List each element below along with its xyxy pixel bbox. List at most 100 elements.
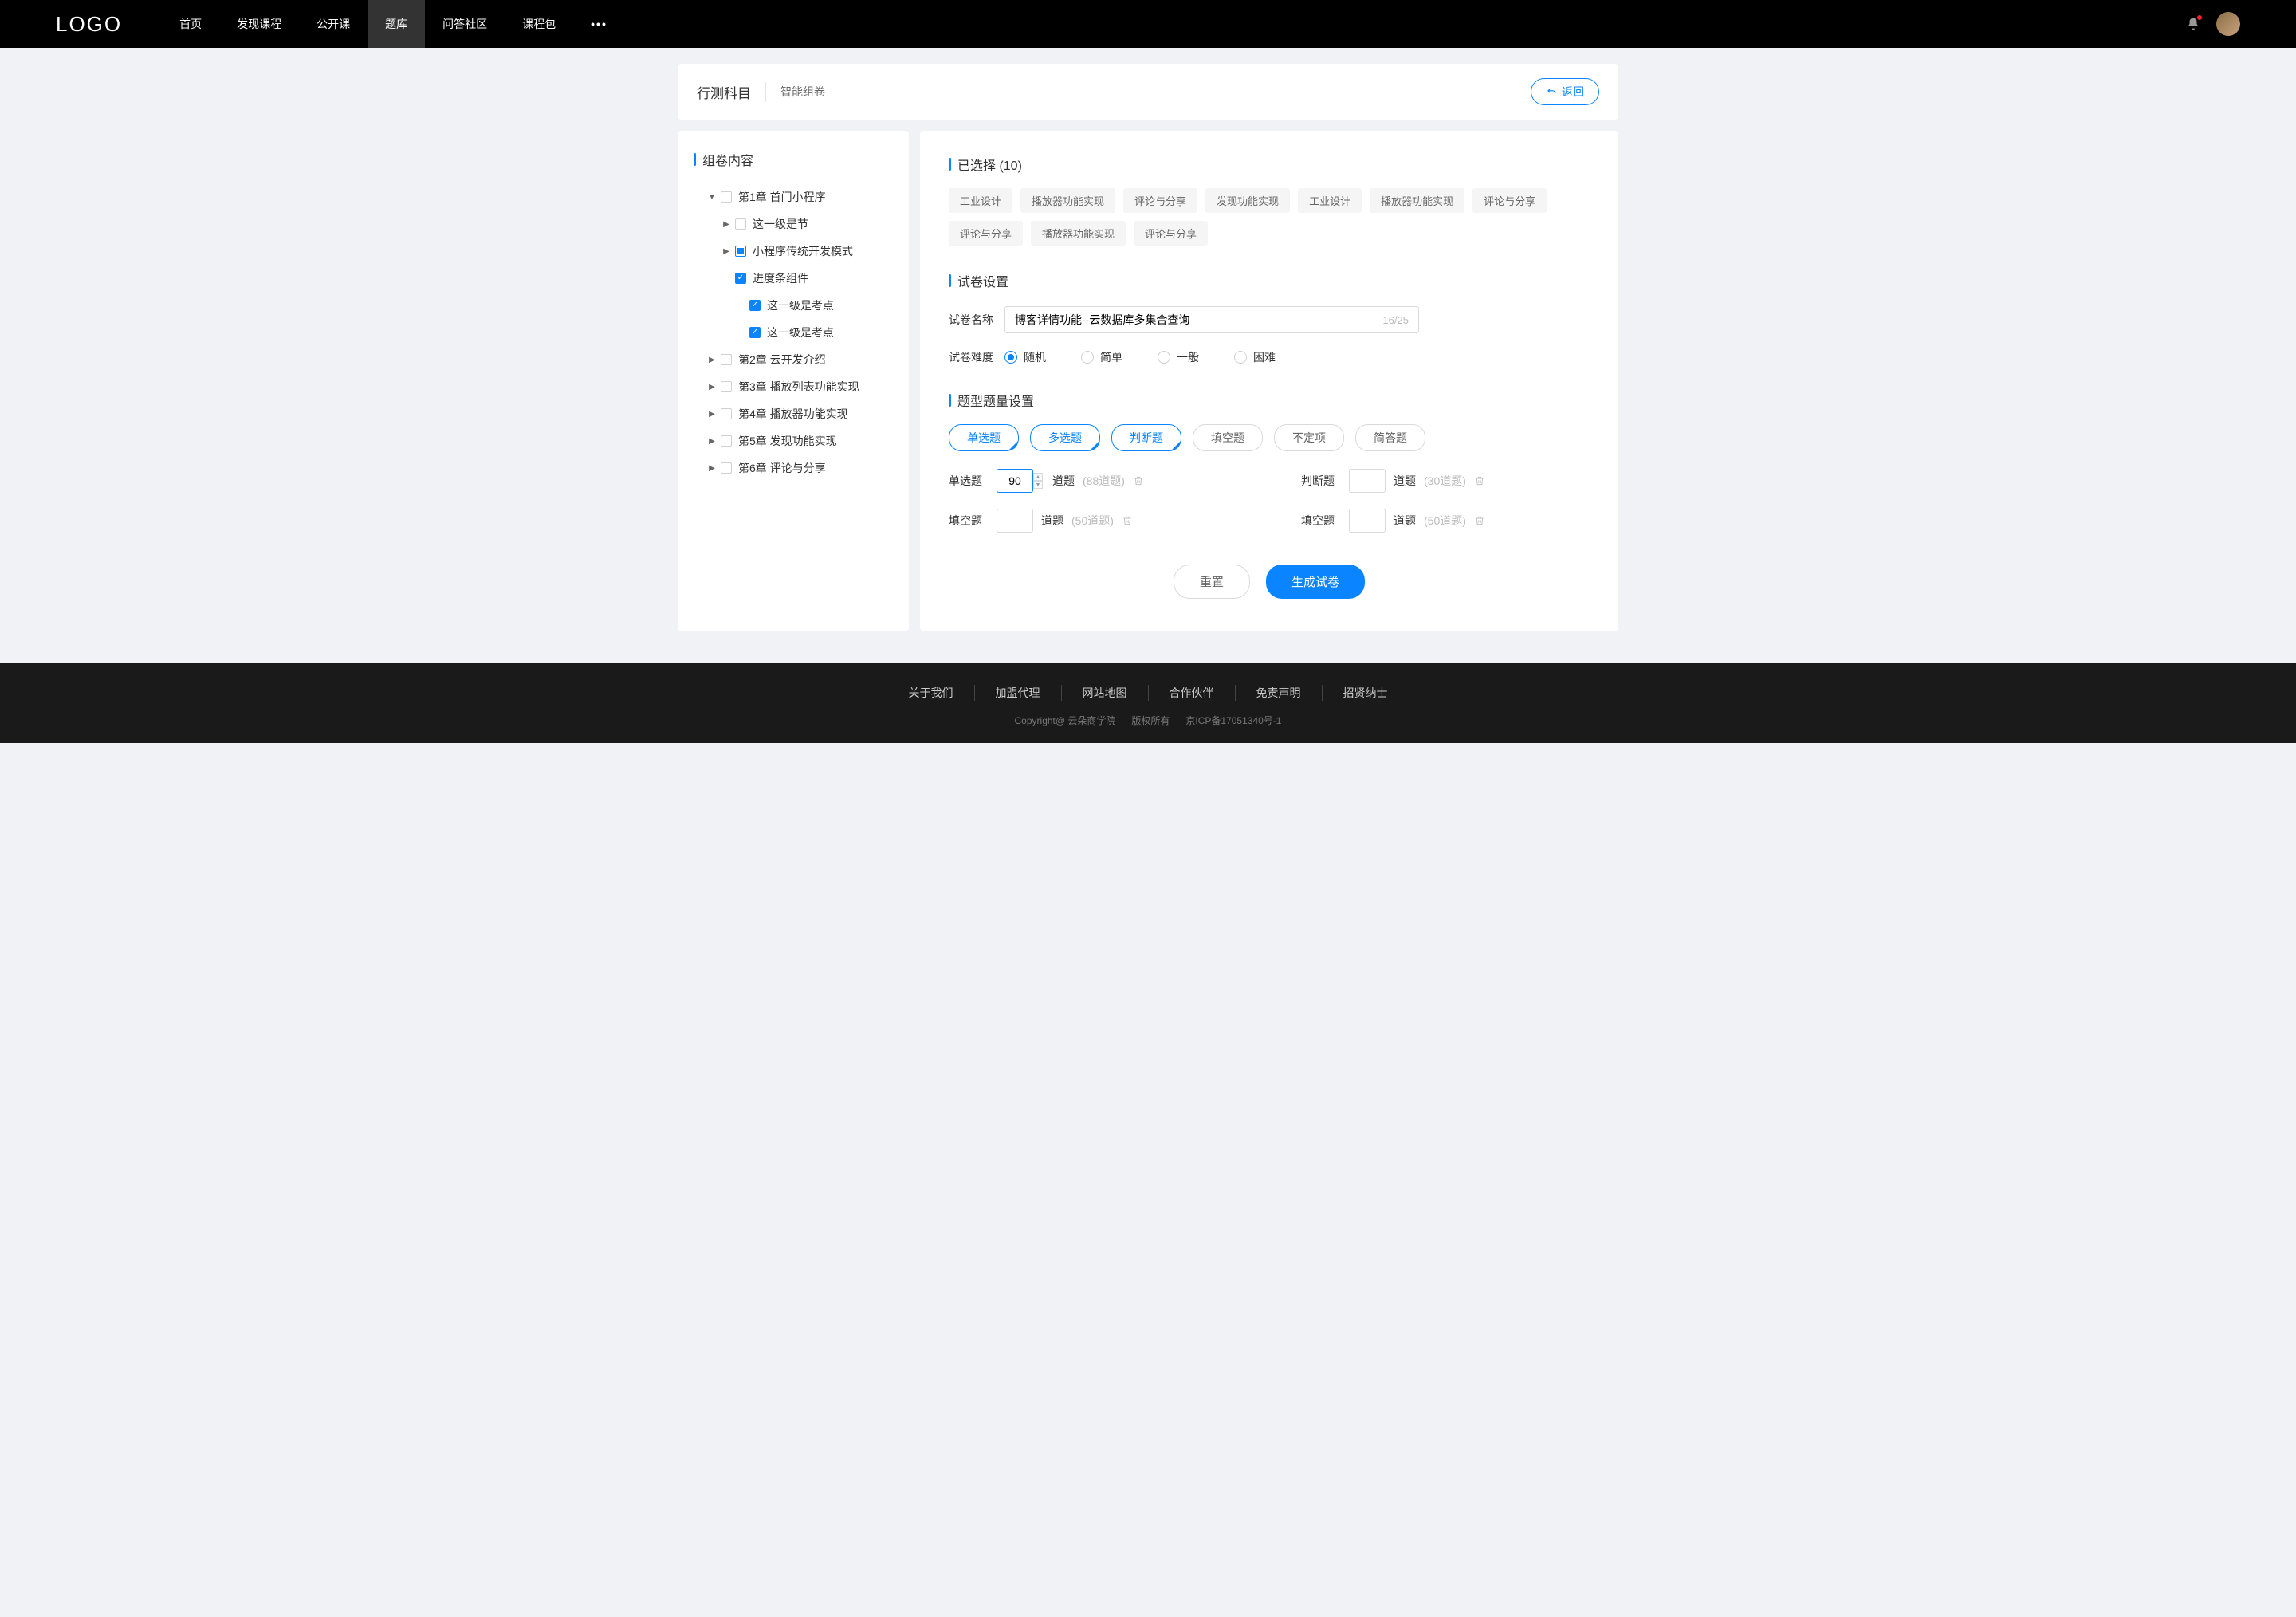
selected-tag[interactable]: 评论与分享 <box>949 221 1023 246</box>
reset-button[interactable]: 重置 <box>1174 565 1250 599</box>
difficulty-radio[interactable]: 困难 <box>1234 349 1276 365</box>
tree-checkbox[interactable] <box>735 246 746 257</box>
tree-checkbox[interactable] <box>749 327 761 338</box>
tree-checkbox[interactable] <box>749 300 761 311</box>
paper-name-input[interactable]: 16/25 <box>1005 306 1419 333</box>
qty-label: 单选题 <box>949 473 989 489</box>
tree-item[interactable]: 这一级是考点 <box>694 319 893 346</box>
nav-item-0[interactable]: 首页 <box>162 0 219 48</box>
nav-item-2[interactable]: 公开课 <box>299 0 368 48</box>
nav-item-1[interactable]: 发现课程 <box>219 0 299 48</box>
paper-name-field[interactable] <box>1015 313 1382 326</box>
tree-item[interactable]: ▶第3章 播放列表功能实现 <box>694 373 893 400</box>
tree-toggle-icon[interactable]: ▶ <box>708 356 716 364</box>
tree-item[interactable]: ▶小程序传统开发模式 <box>694 238 893 265</box>
tree-item[interactable]: ▶这一级是节 <box>694 210 893 238</box>
qty-title: 题型题量设置 <box>949 391 1590 410</box>
selected-tag[interactable]: 评论与分享 <box>1123 188 1197 213</box>
type-button[interactable]: 填空题 <box>1193 424 1263 451</box>
difficulty-radio[interactable]: 一般 <box>1158 349 1199 365</box>
tree-toggle-icon[interactable]: ▼ <box>708 193 716 202</box>
submit-button[interactable]: 生成试卷 <box>1266 565 1365 599</box>
difficulty-radio[interactable]: 随机 <box>1005 349 1046 365</box>
type-button[interactable]: 判断题 <box>1111 424 1181 451</box>
tree-item[interactable]: ▶第4章 播放器功能实现 <box>694 400 893 427</box>
trash-icon[interactable] <box>1474 515 1485 526</box>
tree-item[interactable]: 进度条组件 <box>694 265 893 292</box>
tree-item[interactable]: ▶第6章 评论与分享 <box>694 454 893 482</box>
nav-item-4[interactable]: 问答社区 <box>425 0 505 48</box>
difficulty-label: 试卷难度 <box>949 349 1005 365</box>
type-button[interactable]: 单选题 <box>949 424 1019 451</box>
selected-tag[interactable]: 评论与分享 <box>1134 221 1208 246</box>
type-button[interactable]: 不定项 <box>1274 424 1344 451</box>
qty-label: 填空题 <box>949 513 989 529</box>
footer-link[interactable]: 招贤纳士 <box>1323 685 1409 701</box>
tree-checkbox[interactable] <box>735 273 746 284</box>
footer-link[interactable]: 关于我们 <box>888 685 975 701</box>
tree-checkbox[interactable] <box>721 381 732 392</box>
tree-toggle-icon[interactable]: ▶ <box>722 247 730 256</box>
tree-item[interactable]: ▶第2章 云开发介绍 <box>694 346 893 373</box>
qty-input[interactable] <box>1349 509 1386 533</box>
footer-link[interactable]: 加盟代理 <box>975 685 1062 701</box>
page-subtitle: 智能组卷 <box>766 84 825 100</box>
tree-toggle-icon[interactable]: ▶ <box>708 437 716 446</box>
name-label: 试卷名称 <box>949 312 1005 328</box>
tree-item[interactable]: ▶第5章 发现功能实现 <box>694 427 893 454</box>
selected-tag[interactable]: 播放器功能实现 <box>1031 221 1126 246</box>
tree-checkbox[interactable] <box>735 218 746 230</box>
qty-input[interactable] <box>997 469 1033 493</box>
nav-item-5[interactable]: 课程包 <box>505 0 573 48</box>
tree-toggle-icon[interactable]: ▶ <box>722 220 730 229</box>
tree-toggle-icon[interactable]: ▶ <box>708 383 716 391</box>
qty-input[interactable] <box>1349 469 1386 493</box>
tree-toggle-icon[interactable]: ▶ <box>708 410 716 419</box>
selected-tag[interactable]: 发现功能实现 <box>1205 188 1290 213</box>
qty-label: 填空题 <box>1301 513 1341 529</box>
logo[interactable]: LOGO <box>56 12 122 37</box>
difficulty-group: 随机 简单 一般 困难 <box>1005 349 1276 365</box>
qty-hint: (50道题) <box>1071 513 1114 529</box>
radio-icon <box>1005 351 1017 364</box>
tree-checkbox[interactable] <box>721 354 732 365</box>
selected-tag[interactable]: 播放器功能实现 <box>1370 188 1464 213</box>
qty-hint: (50道题) <box>1424 513 1466 529</box>
tree-checkbox[interactable] <box>721 435 732 447</box>
footer-link[interactable]: 合作伙伴 <box>1149 685 1236 701</box>
trash-icon[interactable] <box>1474 475 1485 486</box>
selected-tag[interactable]: 播放器功能实现 <box>1020 188 1115 213</box>
qty-spinner[interactable]: ▲▼ <box>1033 473 1044 489</box>
selected-tag[interactable]: 评论与分享 <box>1472 188 1547 213</box>
notification-icon[interactable] <box>2186 17 2200 31</box>
tree-item[interactable]: ▼第1章 首门小程序 <box>694 183 893 210</box>
nav-item-3[interactable]: 题库 <box>368 0 425 48</box>
qty-label: 判断题 <box>1301 473 1341 489</box>
qty-grid: 单选题▲▼道题(88道题)判断题道题(30道题)填空题道题(50道题)填空题道题… <box>949 469 1590 533</box>
difficulty-radio[interactable]: 简单 <box>1081 349 1122 365</box>
back-button[interactable]: 返回 <box>1531 78 1599 105</box>
qty-unit: 道题 <box>1052 473 1075 489</box>
undo-icon <box>1546 86 1557 97</box>
radio-icon <box>1234 351 1247 364</box>
tree-checkbox[interactable] <box>721 462 732 474</box>
selected-tag[interactable]: 工业设计 <box>1298 188 1362 213</box>
selected-tag[interactable]: 工业设计 <box>949 188 1012 213</box>
avatar[interactable] <box>2216 12 2240 36</box>
trash-icon[interactable] <box>1133 475 1144 486</box>
type-button[interactable]: 简答题 <box>1355 424 1425 451</box>
tree-toggle-icon[interactable]: ▶ <box>708 464 716 473</box>
tree-checkbox[interactable] <box>721 191 732 203</box>
tree-item[interactable]: 这一级是考点 <box>694 292 893 319</box>
qty-row: 填空题道题(50道题) <box>1301 509 1590 533</box>
footer-link[interactable]: 免责声明 <box>1236 685 1323 701</box>
spinner-down-icon[interactable]: ▼ <box>1033 481 1043 489</box>
qty-input[interactable] <box>997 509 1033 533</box>
tree-checkbox[interactable] <box>721 408 732 419</box>
type-button[interactable]: 多选题 <box>1030 424 1100 451</box>
radio-label: 一般 <box>1177 349 1199 365</box>
footer-link[interactable]: 网站地图 <box>1062 685 1149 701</box>
trash-icon[interactable] <box>1122 515 1133 526</box>
nav-more[interactable]: ••• <box>573 18 625 30</box>
spinner-up-icon[interactable]: ▲ <box>1033 473 1043 481</box>
